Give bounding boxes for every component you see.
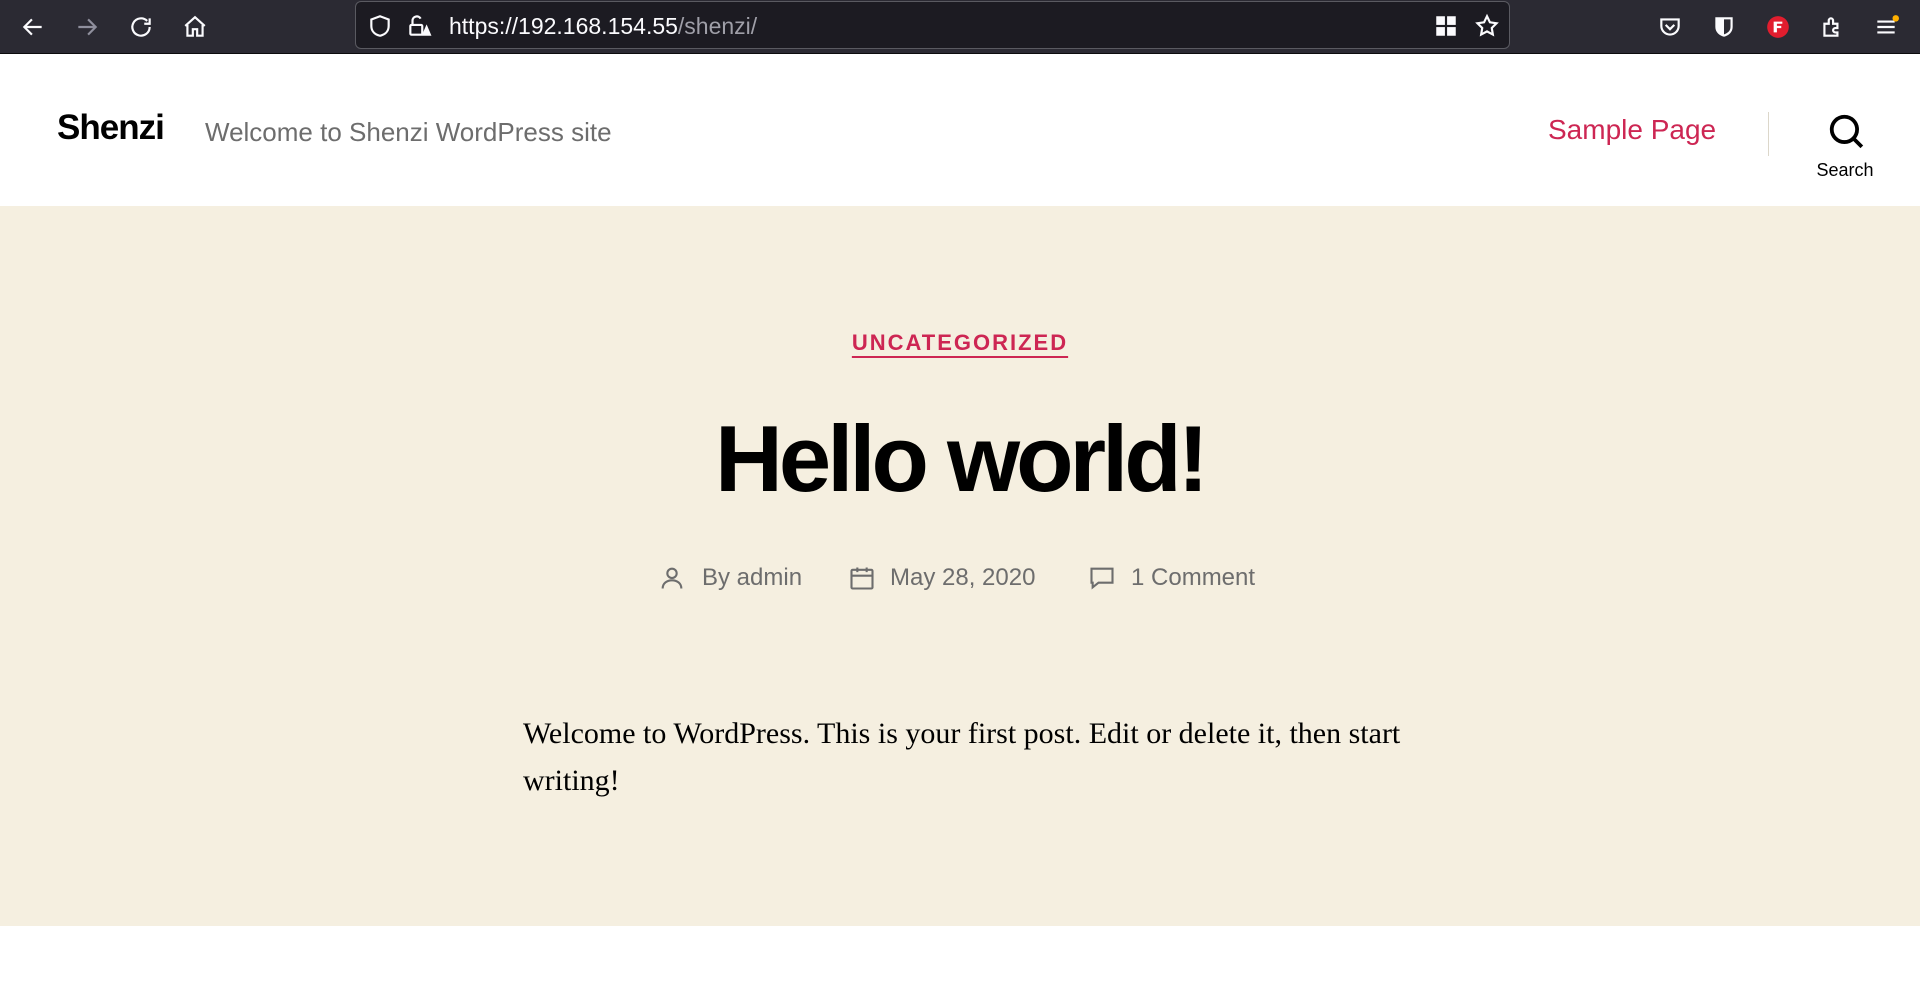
post-title: Hello world! <box>715 406 1209 511</box>
comment-icon <box>1090 567 1114 590</box>
nav-sample-page[interactable]: Sample Page <box>1548 113 1716 147</box>
qr-grid-icon[interactable] <box>1433 13 1459 39</box>
category-link[interactable]: UNCATEGORIZED <box>852 330 1068 355</box>
back-icon[interactable] <box>15 9 51 45</box>
search-button[interactable]: Search <box>1810 112 1880 192</box>
search-label: Search <box>1816 160 1874 180</box>
browser-toolbar: https://192.168.154.55/shenzi/ <box>0 0 1920 54</box>
date-link[interactable]: May 28, 2020 <box>890 564 1035 592</box>
comments-link[interactable]: 1 Comment <box>1131 564 1255 592</box>
menu-icon[interactable] <box>1868 9 1904 45</box>
calendar-icon <box>850 567 874 590</box>
pocket-icon[interactable] <box>1652 9 1688 45</box>
shield-icon[interactable] <box>367 13 393 39</box>
page-footer-area <box>0 926 1920 996</box>
author-link[interactable]: By admin <box>702 564 802 592</box>
url-path: /shenzi/ <box>677 13 758 39</box>
bookmark-star-icon[interactable] <box>1474 13 1500 39</box>
extensions-icon[interactable] <box>1814 9 1850 45</box>
lock-warning-icon[interactable] <box>406 13 432 39</box>
site-description: Welcome to Shenzi WordPress site <box>205 117 612 147</box>
search-icon <box>1829 114 1864 149</box>
site-header: Shenzi Welcome to Shenzi WordPress site … <box>0 54 1920 206</box>
post-category: UNCATEGORIZED <box>0 330 1920 356</box>
post-header: UNCATEGORIZED Hello world! By admin May … <box>0 206 1920 926</box>
user-icon <box>661 567 683 589</box>
url-host: https://192.168.154.55 <box>449 13 678 39</box>
flash-extension-icon[interactable] <box>1760 9 1796 45</box>
post-content: Welcome to WordPress. This is your first… <box>523 717 1401 797</box>
forward-icon[interactable] <box>69 9 105 45</box>
bitwarden-icon[interactable] <box>1706 9 1742 45</box>
site-title[interactable]: Shenzi <box>57 107 165 149</box>
reload-icon[interactable] <box>123 9 159 45</box>
home-icon[interactable] <box>177 9 213 45</box>
url-text[interactable]: https://192.168.154.55/shenzi/ <box>449 13 757 39</box>
address-bar[interactable]: https://192.168.154.55/shenzi/ <box>355 1 1510 49</box>
nav-divider <box>1768 112 1769 156</box>
